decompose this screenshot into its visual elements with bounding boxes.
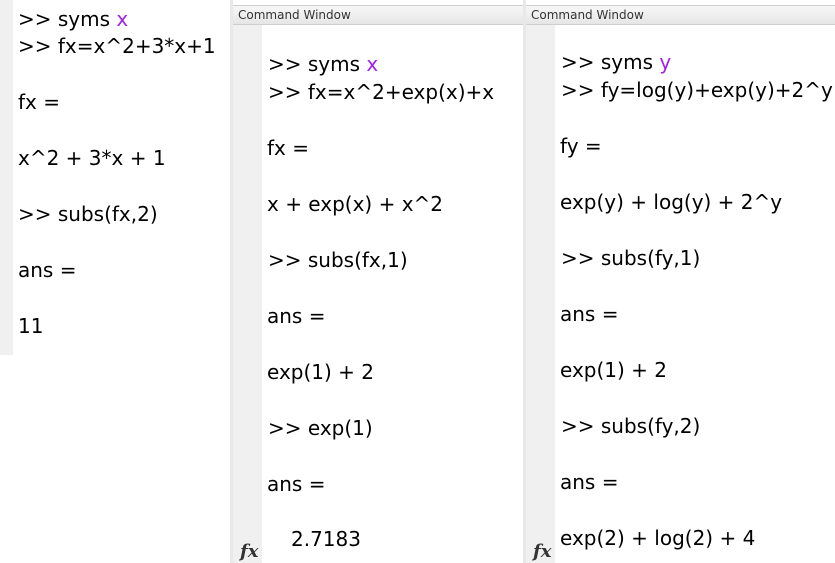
command-line[interactable]: >> subs(fy,2) — [561, 413, 700, 439]
prompt: >> — [268, 52, 308, 76]
prompt: >> — [268, 80, 308, 104]
command-line[interactable]: >> subs(fx,1) — [268, 247, 408, 273]
output-line: ans = — [560, 302, 619, 326]
keyword-variable: y — [659, 50, 672, 74]
prompt: >> — [561, 414, 601, 438]
output-line: ans = — [267, 304, 326, 328]
keyword-variable: x — [366, 52, 379, 76]
output-line: 11 — [18, 314, 44, 338]
output-line: exp(2) + log(2) + 4 — [560, 526, 756, 550]
output-line: x^2 + 3*x + 1 — [18, 146, 166, 170]
command-line[interactable]: >> subs(fx,2) — [18, 201, 158, 227]
output-line: ans = — [267, 472, 326, 496]
command-line[interactable]: >> syms x — [18, 6, 128, 32]
prompt: >> — [561, 78, 601, 102]
output-line: exp(1) + 2 — [560, 358, 668, 382]
prompt: >> — [268, 248, 308, 272]
output-line: exp(1) + 2 — [267, 360, 375, 384]
left-gutter — [526, 25, 555, 563]
output-line: ans = — [18, 258, 77, 282]
output-line: exp(y) + log(y) + 2^y — [560, 190, 783, 214]
command-line[interactable]: >> fx=x^2+exp(x)+x — [268, 79, 494, 105]
fx-icon[interactable]: fx — [240, 541, 258, 562]
command-line[interactable]: >> syms x — [268, 51, 378, 77]
prompt: >> — [18, 34, 58, 58]
command-line[interactable]: >> exp(1) — [268, 415, 373, 441]
command-line[interactable]: >> fy=log(y)+exp(y)+2^y — [561, 77, 833, 103]
command-window-middle[interactable]: Command Window >> syms x >> fx=x^2+exp(x… — [233, 0, 523, 563]
prompt: >> — [18, 7, 58, 31]
left-gutter — [233, 25, 262, 563]
command-line[interactable]: >> fx=x^2+3*x+1 — [18, 33, 216, 59]
output-line: ans = — [560, 470, 619, 494]
command-window-left[interactable]: >> syms x >> fx=x^2+3*x+1 fx = x^2 + 3*x… — [0, 0, 232, 355]
prompt: >> — [268, 416, 308, 440]
output-line: fx = — [18, 90, 60, 114]
command-window-right[interactable]: Command Window >> syms y >> fy=log(y)+ex… — [526, 0, 835, 563]
prompt: >> — [18, 202, 58, 226]
left-gutter — [0, 0, 13, 355]
output-line: x + exp(x) + x^2 — [267, 192, 444, 216]
command-line[interactable]: >> subs(fy,1) — [561, 245, 700, 271]
output-line: fy = — [560, 134, 602, 158]
output-line: fx = — [267, 136, 309, 160]
prompt: >> — [561, 246, 601, 270]
window-title: Command Window — [526, 5, 835, 25]
prompt: >> — [561, 50, 601, 74]
command-line[interactable]: >> syms y — [561, 49, 671, 75]
keyword-variable: x — [116, 7, 129, 31]
output-line: 2.7183 — [291, 527, 361, 551]
fx-icon[interactable]: fx — [533, 541, 551, 562]
window-title: Command Window — [233, 5, 523, 25]
